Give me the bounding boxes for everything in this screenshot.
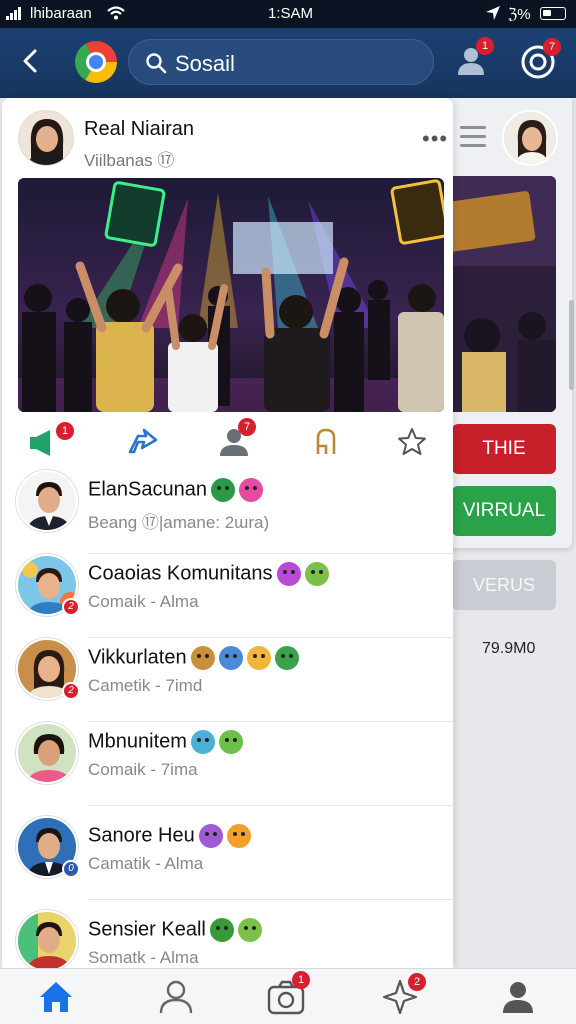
emoji-icon xyxy=(218,646,243,670)
top-app-bar: Sosail 1 7 xyxy=(0,28,576,98)
friend-name: Sensier Keall xyxy=(88,918,262,942)
party-photo-preview xyxy=(452,176,556,412)
friend-name: Mbnunitem xyxy=(88,730,243,754)
profile-button[interactable]: 7 xyxy=(216,418,256,460)
notification-badge: 1 xyxy=(476,37,494,55)
emoji-icon xyxy=(190,646,215,670)
music-note-icon xyxy=(316,428,336,454)
friend-avatar[interactable] xyxy=(16,470,78,532)
author-avatar[interactable] xyxy=(18,110,74,166)
battery-icon xyxy=(540,7,566,20)
scrollbar[interactable] xyxy=(569,300,574,390)
nav-explore[interactable]: 2 xyxy=(380,973,426,1017)
home-icon xyxy=(40,982,72,1012)
nav-camera[interactable]: 1 xyxy=(266,971,310,1017)
friend-subtitle: Comaik - Alma xyxy=(88,592,199,611)
emoji-icon xyxy=(246,646,271,670)
emoji-icon xyxy=(237,918,262,942)
wifi-icon xyxy=(107,6,125,20)
emoji-icon xyxy=(238,478,263,502)
clock: 1:SAM xyxy=(268,5,314,22)
friend-name: Coaoias Komunitans xyxy=(88,562,329,586)
divider xyxy=(88,805,453,806)
signal-icon xyxy=(6,7,21,20)
megaphone-button[interactable]: 1 xyxy=(26,422,74,460)
more-options-icon[interactable]: ••• xyxy=(422,126,448,152)
friend-subtitle: Camatik - Alma xyxy=(88,854,204,873)
list-item[interactable]: Mbnunitem Comaik - 7ima xyxy=(2,722,453,806)
friend-subtitle: Cametik - 7imd xyxy=(88,676,203,695)
emoji-icon xyxy=(226,824,251,848)
share-arrow-icon xyxy=(128,428,158,454)
divider xyxy=(88,899,453,900)
friend-name: Vikkurlaten xyxy=(88,646,299,670)
person-icon xyxy=(159,980,193,1014)
search-bar[interactable]: Sosail xyxy=(128,39,434,85)
status-badge: 2 xyxy=(62,682,80,700)
friend-avatar[interactable] xyxy=(16,722,78,784)
friend-subtitle: Somatk - Alma xyxy=(88,948,199,967)
emoji-icon xyxy=(274,646,299,670)
search-query[interactable]: Sosail xyxy=(175,51,235,77)
emoji-icon xyxy=(210,478,235,502)
list-item[interactable]: 2 Vikkurlaten Cametik - 7imd xyxy=(2,638,453,722)
search-icon xyxy=(146,53,167,74)
location-arrow-icon xyxy=(486,6,500,20)
thie-button[interactable]: THIE xyxy=(452,424,556,474)
stat-value: 79.9M0 xyxy=(482,640,536,657)
back-arrow-icon[interactable] xyxy=(16,46,46,76)
emoji-icon xyxy=(190,730,215,754)
virrual-button[interactable]: VIRRUAL xyxy=(452,486,556,536)
emoji-icon xyxy=(209,918,234,942)
friend-avatar[interactable] xyxy=(16,910,78,968)
list-item[interactable]: 2 Coaoias Komunitans Comaik - Alma xyxy=(2,554,453,638)
status-bar: lhibaraan 1:SAM ℨ% xyxy=(0,0,576,28)
notification-badge: 7 xyxy=(238,418,256,436)
menu-icon[interactable] xyxy=(460,126,486,148)
notification-badge: 2 xyxy=(408,973,426,991)
battery-percent: ℨ% xyxy=(508,6,531,23)
person-icon xyxy=(503,982,533,1013)
bottom-navigation: 1 2 xyxy=(0,968,576,1024)
target-button[interactable]: 7 xyxy=(518,38,561,82)
nav-home[interactable] xyxy=(36,977,76,1017)
status-badge: 2 xyxy=(62,598,80,616)
list-item[interactable]: Sensier Keall Somatk - Alma xyxy=(2,910,453,968)
post-header: Real Niairan Viilbanas ⑰ ••• xyxy=(18,110,447,170)
list-item[interactable]: ElanSacunan Beang ⑰|amane: 2ɯra) xyxy=(2,470,453,554)
emoji-icon xyxy=(218,730,243,754)
status-badge: 0 xyxy=(62,860,80,878)
list-item[interactable]: 0 Sanore Heu Camatik - Alma xyxy=(2,816,453,900)
post-photo[interactable] xyxy=(18,178,444,412)
friend-subtitle: Comaik - 7ima xyxy=(88,760,198,779)
star-icon xyxy=(398,428,426,455)
avatar[interactable] xyxy=(502,110,558,166)
feed-card: Real Niairan Viilbanas ⑰ ••• 1 7 ElanSac… xyxy=(2,98,453,968)
post-action-bar: 1 7 xyxy=(2,418,453,466)
notification-badge: 1 xyxy=(56,422,74,440)
notification-badge: 1 xyxy=(292,971,310,989)
emoji-icon xyxy=(304,562,329,586)
favorite-button[interactable] xyxy=(394,424,430,460)
carrier-name: lhibaraan xyxy=(30,5,92,22)
verus-button[interactable]: VERUS xyxy=(452,560,556,610)
friend-name: Sanore Heu xyxy=(88,824,251,848)
nav-profile[interactable] xyxy=(156,977,196,1017)
chrome-logo-icon[interactable] xyxy=(75,41,117,83)
notification-badge: 7 xyxy=(543,38,561,56)
emoji-icon xyxy=(198,824,223,848)
post-subtitle: Viilbanas ⑰ xyxy=(84,151,175,170)
emoji-icon xyxy=(276,562,301,586)
friend-requests-button[interactable]: 1 xyxy=(454,37,494,79)
friend-subtitle: Beang ⑰|amane: 2ɯra) xyxy=(88,513,270,532)
share-button[interactable] xyxy=(124,424,160,460)
nav-account[interactable] xyxy=(498,977,538,1017)
friend-name: ElanSacunan xyxy=(88,478,263,502)
post-author-name[interactable]: Real Niairan xyxy=(84,118,194,141)
music-button[interactable] xyxy=(308,424,344,460)
